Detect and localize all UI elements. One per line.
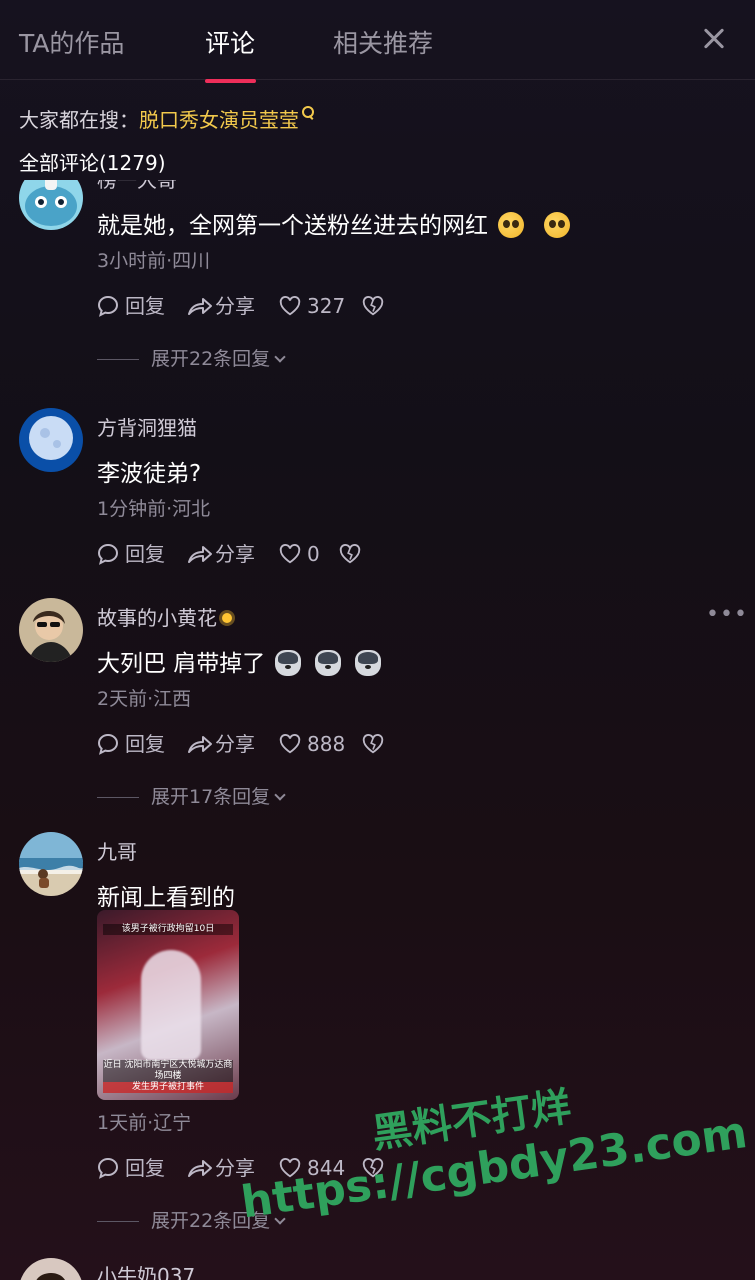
tab-works[interactable]: TA的作品 (19, 24, 124, 60)
avatar[interactable] (19, 832, 83, 896)
husky-emoji-icon (315, 649, 342, 676)
chevron-down-icon (274, 351, 286, 363)
reply-icon (97, 543, 119, 565)
comment-text: 大列巴 肩带掉了 (97, 644, 382, 678)
expand-replies-button[interactable]: 展开17条回复 (97, 782, 286, 809)
share-icon (188, 546, 212, 563)
comment-text: 李波徒弟? (97, 461, 202, 487)
expand-replies-label: 展开17条回复 (151, 786, 271, 808)
reply-icon (97, 295, 119, 317)
tab-related[interactable]: 相关推荐 (333, 24, 433, 60)
sun-icon (217, 608, 237, 628)
comment-username-text: 故事的小黄花 (97, 606, 217, 630)
comment-username[interactable]: 榜一大哥 (97, 180, 177, 193)
comment-meta: 3小时前·四川 (97, 250, 211, 272)
share-label: 分享 (215, 294, 255, 318)
video-figure (141, 950, 201, 1060)
top-tab-bar: TA的作品 评论 相关推荐 (0, 0, 755, 80)
share-icon (188, 1160, 212, 1177)
comment-meta: 1天前·辽宁 (97, 1112, 192, 1134)
like-count: 0 (307, 542, 320, 566)
broken-heart-icon (339, 544, 361, 564)
image-caption: 近日 沈阳市南宁区大悦城万达商场四楼 (103, 1060, 233, 1082)
image-caption: 发生男子被打事件 (103, 1082, 233, 1093)
close-icon[interactable] (700, 24, 730, 54)
chevron-down-icon (274, 789, 286, 801)
husky-emoji-icon (275, 649, 302, 676)
heart-icon (279, 296, 301, 316)
active-tab-indicator (205, 79, 256, 83)
more-options-button[interactable]: ••• (706, 602, 748, 627)
reply-icon (97, 1157, 119, 1179)
expand-replies-label: 展开22条回复 (151, 348, 271, 370)
avatar[interactable] (19, 180, 83, 230)
reply-label: 回复 (125, 294, 165, 318)
reply-icon (97, 733, 119, 755)
husky-emoji-icon (355, 649, 382, 676)
reply-label: 回复 (125, 542, 165, 566)
like-count: 888 (307, 732, 346, 756)
comment-username[interactable]: 方背洞狸猫 (97, 412, 197, 441)
comment-image-thumbnail[interactable]: 该男子被行政拘留10日 近日 沈阳市南宁区大悦城万达商场四楼 发生男子被打事件 (97, 910, 239, 1100)
search-icon (301, 106, 315, 120)
comment-meta: 1分钟前·河北 (97, 498, 211, 520)
comment-username[interactable]: 小牛奶037 (97, 1260, 195, 1280)
comment-username[interactable]: 九哥 (97, 836, 137, 865)
heart-icon (279, 544, 301, 564)
broken-heart-icon (362, 296, 384, 316)
reply-label: 回复 (125, 1156, 165, 1180)
comment-text: 就是她，全网第一个送粉丝进去的网红 (97, 206, 570, 240)
search-suggestion-prefix: 大家都在搜： (19, 108, 139, 132)
avatar[interactable] (19, 1258, 83, 1280)
expand-replies-button[interactable]: 展开22条回复 (97, 344, 286, 371)
comment-count-heading: 全部评论(1279) (19, 151, 166, 175)
share-icon (188, 298, 212, 315)
comment-username[interactable]: 故事的小黄花 (97, 602, 237, 631)
tab-comments[interactable]: 评论 (205, 24, 255, 60)
pleading-face-emoji-icon (498, 211, 524, 238)
share-label: 分享 (215, 542, 255, 566)
pleading-face-emoji-icon (544, 211, 570, 238)
image-caption: 该男子被行政拘留10日 (103, 924, 233, 935)
search-suggestion[interactable]: 大家都在搜：脱口秀女演员莹莹 (19, 104, 315, 133)
avatar[interactable] (19, 598, 83, 662)
broken-heart-icon (362, 734, 384, 754)
comment-meta: 2天前·江西 (97, 688, 192, 710)
like-count: 327 (307, 294, 346, 318)
share-icon (188, 736, 212, 753)
comment-text-content: 就是她，全网第一个送粉丝进去的网红 (97, 213, 488, 239)
search-suggestion-keyword[interactable]: 脱口秀女演员莹莹 (139, 108, 299, 132)
share-label: 分享 (215, 732, 255, 756)
comment-text-content: 大列巴 肩带掉了 (97, 651, 266, 677)
comment-text: 新闻上看到的 (97, 885, 235, 911)
reply-label: 回复 (125, 732, 165, 756)
avatar[interactable] (19, 408, 83, 472)
heart-icon (279, 734, 301, 754)
